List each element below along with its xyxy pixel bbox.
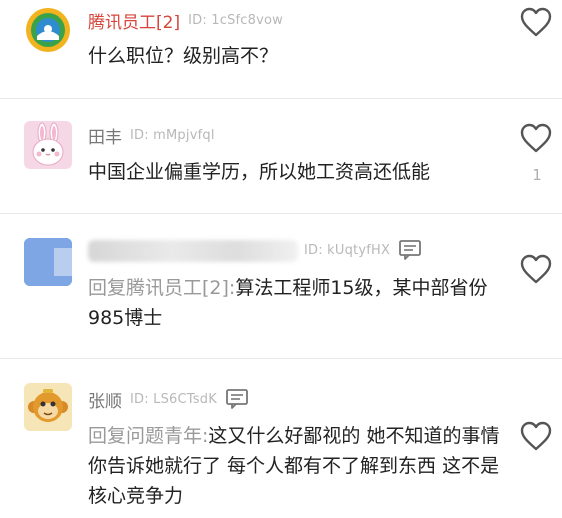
reply-prefix[interactable]: 回复腾讯员工[2]:	[88, 277, 235, 299]
user-id: ID: LS6CTsdK	[130, 391, 217, 407]
monkey-icon	[28, 389, 68, 422]
user-id: ID: mMpjvfql	[130, 127, 215, 143]
like-button[interactable]	[519, 6, 553, 38]
comment-content: 什么职位？级别高不？	[88, 45, 279, 67]
heart-outline-icon	[520, 421, 552, 451]
blurred-username	[88, 240, 298, 262]
user-id: ID: kUqtyfHX	[304, 242, 391, 258]
comment-text: 回复腾讯员工[2]:算法工程师15级，某中部省份985博士	[88, 273, 498, 333]
comment-item: 田丰 ID: mMpjvfql 中国企业偏重学历，所以她工资高还低能 1	[0, 99, 562, 213]
avatar[interactable]	[24, 6, 72, 54]
rabbit-icon	[32, 122, 64, 166]
comment-text: 中国企业偏重学历，所以她工资高还低能	[88, 157, 502, 187]
like-button[interactable]	[519, 420, 553, 452]
username[interactable]: 田丰	[88, 123, 122, 148]
reply-prefix[interactable]: 回复问题青年:	[88, 425, 208, 447]
username[interactable]: 腾讯员工[2]	[88, 8, 180, 33]
comment-item: 张顺 ID: LS6CTsdK 回复问题青年:这又什么好鄙视的 她不知道的事情你…	[0, 359, 562, 518]
comment-text: 回复问题青年:这又什么好鄙视的 她不知道的事情你告诉她就行了 每个人都有不了解到…	[88, 421, 502, 511]
comment-header: 张顺 ID: LS6CTsdK	[88, 387, 249, 412]
blurred-avatar	[24, 238, 72, 286]
avatar[interactable]	[24, 383, 72, 431]
heart-outline-icon	[520, 123, 552, 153]
avatar[interactable]	[24, 238, 72, 286]
comment-item: ID: kUqtyfHX 回复腾讯员工[2]:算法工程师15级，某中部省份985…	[0, 214, 562, 358]
like-count: 1	[532, 166, 542, 184]
comment-item: 腾讯员工[2] ID: 1cSfc8vow 什么职位？级别高不？	[0, 0, 562, 98]
comment-content: 中国企业偏重学历，所以她工资高还低能	[88, 161, 431, 183]
comment-reply-icon[interactable]	[398, 239, 422, 261]
comment-text: 什么职位？级别高不？	[88, 41, 502, 71]
comment-reply-icon[interactable]	[225, 388, 249, 410]
comment-header: 田丰 ID: mMpjvfql	[88, 123, 215, 148]
heart-outline-icon	[520, 254, 552, 284]
tencent-news-icon	[26, 8, 70, 52]
heart-outline-icon	[520, 7, 552, 37]
like-button[interactable]	[519, 253, 553, 285]
like-button[interactable]	[519, 122, 553, 154]
comment-header: ID: kUqtyfHX	[304, 238, 422, 262]
comment-header: 腾讯员工[2] ID: 1cSfc8vow	[88, 8, 283, 33]
avatar[interactable]	[24, 121, 72, 169]
user-id: ID: 1cSfc8vow	[188, 12, 283, 28]
username[interactable]: 张顺	[88, 387, 122, 412]
